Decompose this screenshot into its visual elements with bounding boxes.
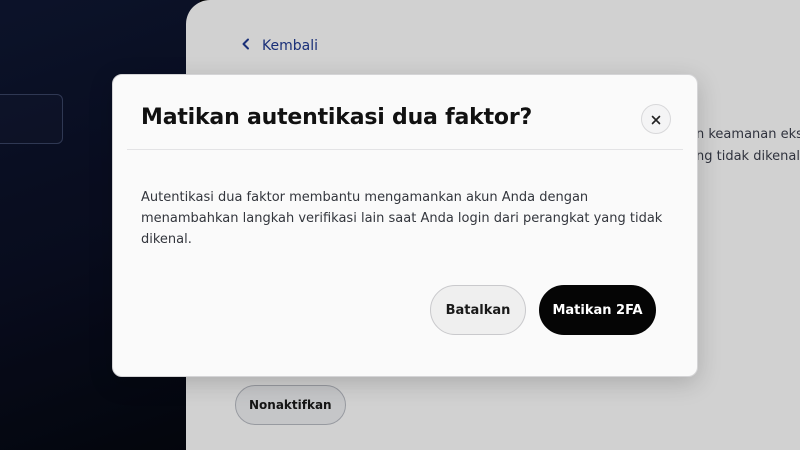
close-icon xyxy=(651,110,661,129)
dialog-divider xyxy=(127,149,683,150)
dialog-body-text: Autentikasi dua faktor membantu mengaman… xyxy=(141,190,663,247)
disable-2fa-button[interactable]: Matikan 2FA xyxy=(539,285,656,335)
confirm-disable-2fa-dialog: Matikan autentikasi dua faktor? Autentik… xyxy=(112,74,698,377)
dialog-title: Matikan autentikasi dua faktor? xyxy=(141,105,533,130)
close-button[interactable] xyxy=(641,104,671,134)
cancel-button[interactable]: Batalkan xyxy=(430,285,526,335)
